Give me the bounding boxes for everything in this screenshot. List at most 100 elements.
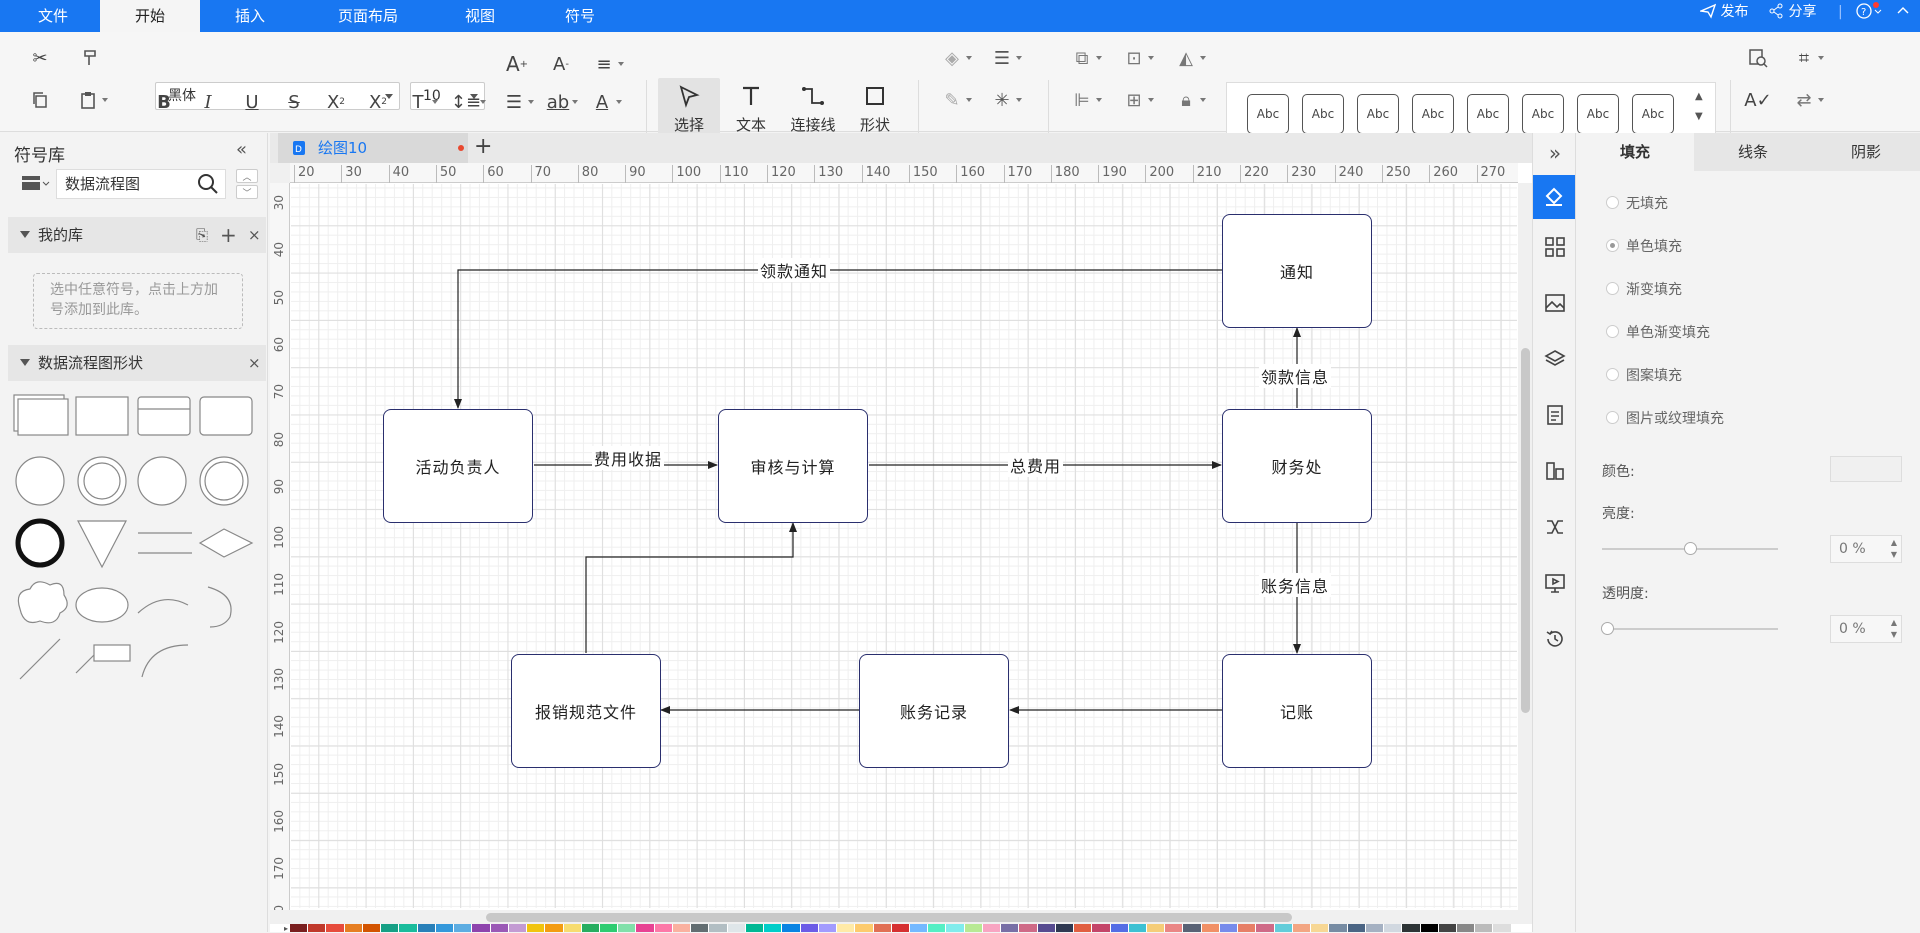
node-finance[interactable]: 财务处 (1222, 409, 1372, 523)
presentation-icon[interactable] (1539, 567, 1571, 599)
palette-swatch[interactable] (946, 924, 965, 932)
palette-swatch[interactable] (1274, 924, 1293, 932)
node-bookkeeping[interactable]: 记账 (1222, 654, 1372, 768)
edge-label-owner-to-audit[interactable]: 费用收据 (592, 446, 665, 470)
fill-option-solid[interactable]: 单色填充 (1606, 236, 1682, 256)
palette-swatch[interactable] (873, 924, 892, 932)
palette-swatch[interactable] (1438, 924, 1457, 932)
stepper-icon[interactable]: ▲ ▼ (1891, 537, 1897, 561)
brightness-input[interactable]: 0 % ▲ ▼ (1830, 535, 1902, 563)
palette-swatch[interactable] (417, 924, 436, 932)
node-activity-owner[interactable]: 活动负责人 (383, 409, 533, 523)
edge-label-finance-to-bookkeeping[interactable]: 账务信息 (1259, 573, 1332, 597)
palette-swatch[interactable] (764, 924, 783, 932)
node-audit[interactable]: 审核与计算 (718, 409, 868, 523)
palette-swatch[interactable] (1201, 924, 1220, 932)
palette-swatch[interactable] (490, 924, 509, 932)
palette-swatch[interactable] (1420, 924, 1439, 932)
palette-swatch[interactable] (399, 924, 418, 932)
edge-label-finance-to-notice[interactable]: 领款信息 (1259, 364, 1332, 388)
expand-panel-icon[interactable]: » (1539, 137, 1571, 169)
palette-swatch[interactable] (964, 924, 983, 932)
fill-option-solid-gradient[interactable]: 单色渐变填充 (1606, 322, 1710, 342)
palette-swatch[interactable] (800, 924, 819, 932)
palette-swatch[interactable] (1238, 924, 1257, 932)
page-properties-icon[interactable] (1539, 399, 1571, 431)
color-palette[interactable] (290, 924, 1530, 932)
shuffle-icon[interactable] (1539, 511, 1571, 543)
palette-swatch[interactable] (472, 924, 491, 932)
node-notice[interactable]: 通知 (1222, 214, 1372, 328)
data-icon[interactable] (1539, 455, 1571, 487)
palette-swatch[interactable] (1365, 924, 1385, 932)
brightness-slider-knob[interactable] (1684, 542, 1697, 555)
opacity-slider[interactable] (1601, 622, 1778, 635)
layers-icon[interactable] (1539, 343, 1571, 375)
palette-swatch[interactable] (1110, 924, 1129, 932)
fill-panel-icon[interactable] (1533, 175, 1575, 219)
palette-swatch[interactable] (1183, 924, 1202, 932)
palette-swatch[interactable] (508, 924, 528, 932)
palette-swatch[interactable] (326, 924, 345, 932)
color-picker[interactable] (1830, 456, 1902, 482)
palette-swatch[interactable] (928, 924, 947, 932)
props-tab-fill[interactable]: 填充 (1576, 133, 1694, 171)
palette-swatch[interactable] (891, 924, 910, 932)
fill-option-pattern[interactable]: 图案填充 (1606, 365, 1682, 385)
edge-label-audit-to-finance[interactable]: 总费用 (1008, 453, 1064, 477)
node-rules-doc[interactable]: 报销规范文件 (511, 654, 661, 768)
palette-swatch[interactable] (1037, 924, 1056, 932)
palette-swatch[interactable] (381, 924, 400, 932)
palette-swatch[interactable] (909, 924, 929, 932)
palette-swatch[interactable] (1311, 924, 1330, 932)
palette-swatch[interactable] (581, 924, 600, 932)
palette-swatch[interactable] (745, 924, 765, 932)
palette-swatch[interactable] (691, 924, 710, 932)
horizontal-scroll-thumb[interactable] (486, 913, 1292, 922)
props-tab-shadow[interactable]: 阴影 (1812, 133, 1920, 171)
palette-swatch[interactable] (1074, 924, 1093, 932)
palette-swatch[interactable] (672, 924, 692, 932)
palette-swatch[interactable] (1347, 924, 1366, 932)
palette-swatch[interactable] (527, 924, 546, 932)
palette-swatch[interactable] (545, 924, 564, 932)
vertical-scrollbar[interactable] (1518, 183, 1532, 910)
palette-swatch[interactable] (290, 924, 309, 932)
palette-swatch[interactable] (1165, 924, 1184, 932)
opacity-slider-knob[interactable] (1601, 622, 1614, 635)
palette-swatch[interactable] (818, 924, 838, 932)
palette-swatch[interactable] (1511, 924, 1530, 932)
palette-swatch[interactable] (618, 924, 637, 932)
history-icon[interactable] (1539, 623, 1571, 655)
palette-swatch[interactable] (308, 924, 327, 932)
palette-swatch[interactable] (599, 924, 619, 932)
palette-swatch[interactable] (1475, 924, 1494, 932)
palette-swatch[interactable] (1219, 924, 1239, 932)
palette-swatch[interactable] (1055, 924, 1075, 932)
fill-option-picture[interactable]: 图片或纹理填充 (1606, 408, 1724, 428)
palette-swatch[interactable] (855, 924, 874, 932)
palette-swatch[interactable] (982, 924, 1002, 932)
edge-rules-to-audit[interactable] (585, 522, 797, 653)
palette-swatch[interactable] (563, 924, 582, 932)
palette-swatch[interactable] (1092, 924, 1111, 932)
stepper-icon[interactable]: ▲ ▼ (1891, 617, 1897, 641)
palette-swatch[interactable] (1493, 924, 1512, 932)
edge-label-notice-to-owner[interactable]: 领款通知 (758, 258, 831, 282)
palette-swatch[interactable] (1457, 924, 1476, 932)
palette-swatch[interactable] (1384, 924, 1403, 932)
vertical-scroll-thumb[interactable] (1521, 348, 1530, 713)
palette-swatch[interactable] (454, 924, 473, 932)
palette-swatch[interactable] (1256, 924, 1275, 932)
palette-swatch[interactable] (1329, 924, 1348, 932)
palette-swatch[interactable] (709, 924, 728, 932)
palette-swatch[interactable] (837, 924, 856, 932)
props-tab-line[interactable]: 线条 (1694, 133, 1812, 171)
palette-swatch[interactable] (727, 924, 746, 932)
palette-swatch[interactable] (1001, 924, 1020, 932)
palette-swatch[interactable] (362, 924, 382, 932)
palette-swatch[interactable] (782, 924, 801, 932)
image-icon[interactable] (1539, 287, 1571, 319)
opacity-input[interactable]: 0 % ▲ ▼ (1830, 615, 1902, 643)
palette-swatch[interactable] (1402, 924, 1421, 932)
